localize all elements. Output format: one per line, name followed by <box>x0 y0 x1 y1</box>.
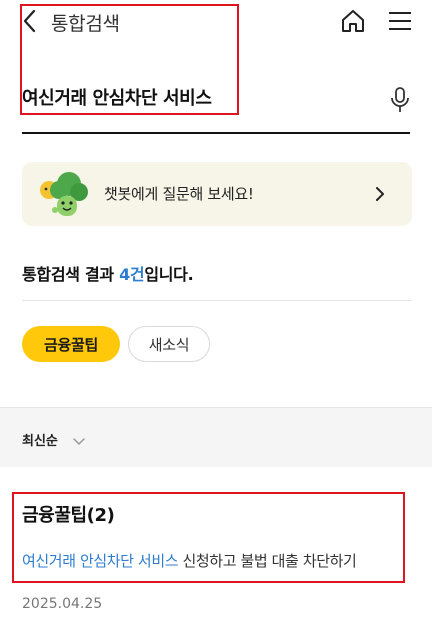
result-highlight: 여신거래 안심차단 서비스 <box>22 552 179 570</box>
chevron-right-icon[interactable] <box>374 186 386 202</box>
result-count-number: 4건 <box>119 265 145 284</box>
page-title: 통합검색 <box>51 13 120 35</box>
home-icon[interactable] <box>340 8 366 34</box>
result-count-prefix: 통합검색 결과 <box>22 265 120 284</box>
divider <box>22 300 412 301</box>
chevron-down-icon[interactable] <box>72 432 86 445</box>
tab-finance-tips[interactable]: 금융꿀팁 <box>22 326 120 362</box>
sort-bar <box>0 407 432 467</box>
tab-news[interactable]: 새소식 <box>128 326 210 362</box>
sort-dropdown[interactable]: 최신순 <box>22 430 58 449</box>
chatbot-mascot-icon <box>33 170 93 224</box>
search-underline <box>22 132 410 134</box>
chatbot-prompt: 챗봇에게 질문해 보세요! <box>104 185 254 203</box>
result-title-rest: 신청하고 불법 대출 차단하기 <box>178 552 357 570</box>
hamburger-menu-icon[interactable] <box>388 10 412 32</box>
back-arrow-icon[interactable] <box>20 8 42 34</box>
result-count: 통합검색 결과 4건입니다. <box>22 261 194 285</box>
result-count-suffix: 입니다. <box>144 265 194 284</box>
result-date: 2025.04.25 <box>22 596 103 612</box>
result-link[interactable]: 여신거래 안심차단 서비스 신청하고 불법 대출 차단하기 <box>22 550 357 571</box>
microphone-icon[interactable] <box>389 86 411 114</box>
search-input[interactable] <box>22 86 362 107</box>
section-title: 금융꿀팁(2) <box>22 505 115 526</box>
